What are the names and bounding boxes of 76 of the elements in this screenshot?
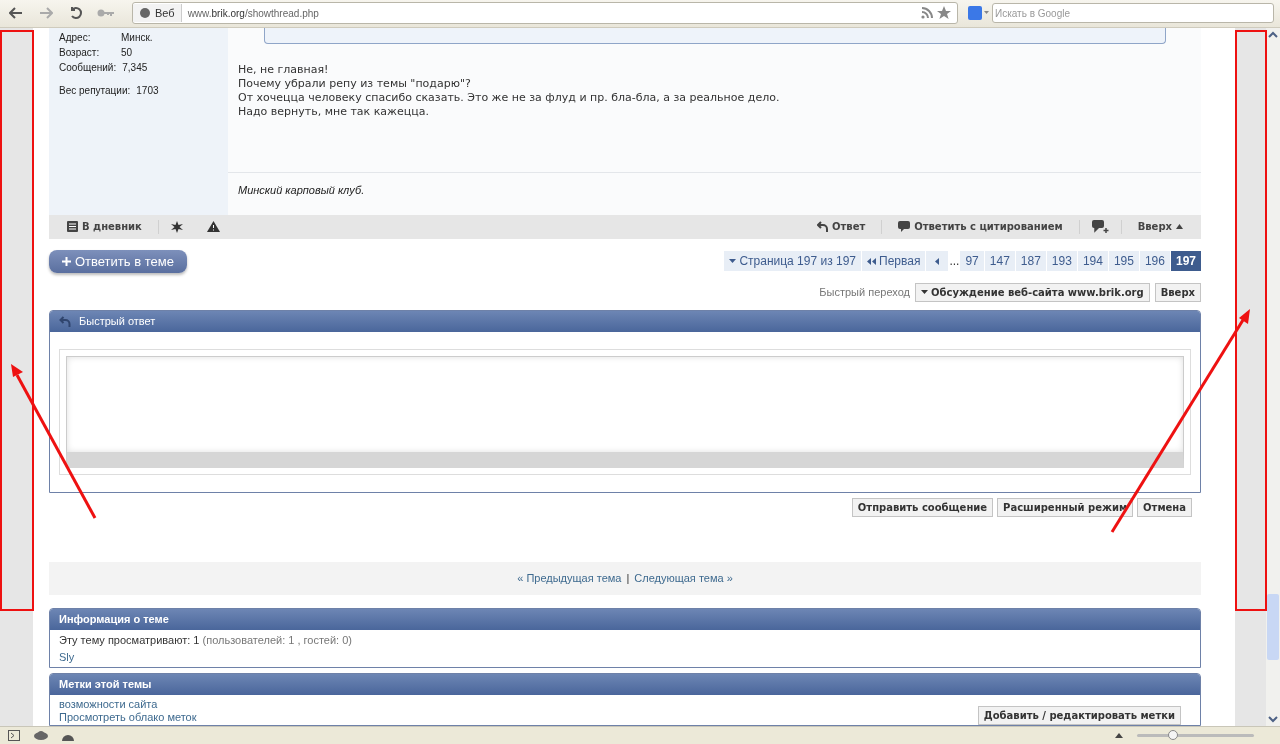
tag-link[interactable]: Просмотреть облако меток [59,710,197,723]
panel-title: Быстрый ответ [79,315,156,328]
page-link[interactable]: 187 [1015,251,1046,272]
message-line: Не, не главная! [238,62,330,77]
edit-tags-button[interactable]: Добавить / редактировать метки [977,705,1181,725]
page-summary-button[interactable]: Страница 197 из 197 [724,251,861,272]
caret-icon [729,259,737,264]
info-label: Возраст: [59,46,101,58]
diary-button[interactable]: В дневник [63,221,146,233]
url-text: www.brik.org/showthread.php [186,8,320,19]
form-button[interactable]: Отправить сообщение [851,497,994,517]
info-value: 7,345 [122,61,148,73]
up-triangle-icon [1176,224,1183,230]
page-link[interactable]: 147 [984,251,1015,272]
top-button[interactable]: Вверх [1154,282,1201,302]
page-link[interactable]: 197 [1170,251,1201,272]
console-icon[interactable] [8,730,20,741]
warning-icon[interactable] [206,221,220,233]
caret-icon[interactable] [1115,733,1123,738]
viewers-text: Эту тему просматривают: 1 (пользователей: 1 , гостей: 0) [59,633,353,646]
message-input[interactable] [66,355,1184,468]
quote-reply-button[interactable]: Ответить с цитированием [894,221,1067,233]
left-triangle-icon [935,257,940,265]
previous-page-button[interactable] [926,251,949,272]
separator: | [626,572,630,585]
engine-button[interactable]: Веб [133,4,182,23]
search-field[interactable]: Искать в Google [992,3,1274,24]
tag-link[interactable]: возможности сайта [59,697,197,710]
caret-icon [921,290,928,295]
info-label: Сообщений: [59,61,117,73]
back-arrow-icon [9,7,23,20]
next-thread-link[interactable]: Следующая тема » [634,572,733,585]
forum-select[interactable]: Обсуждение веб-сайта www.brik.org [915,282,1150,302]
page-link[interactable]: 193 [1046,251,1077,272]
reply-icon [59,315,71,327]
quick-nav-label: Быстрый переход [819,286,910,299]
previous-thread-link[interactable]: « Предыдущая тема [517,572,622,585]
reply-in-thread-button[interactable]: Ответить в теме [49,249,187,273]
ellipsis: ... [949,254,960,269]
double-left-icon [867,257,876,265]
forward-arrow-icon [39,7,53,20]
reply-button[interactable]: Ответ [813,221,870,233]
form-button[interactable]: Отмена [1137,497,1192,517]
multi-quote-icon[interactable] [1091,220,1109,234]
info-value: 50 [121,46,133,58]
panel-title: Метки этой темы [59,678,152,691]
info-value: Минск. [121,31,153,43]
form-button[interactable]: Расширенный режим [997,497,1134,517]
message-line: Надо вернуть, мне так кажецца. [238,104,430,119]
star-icon[interactable] [170,220,183,233]
rss-icon[interactable] [921,7,933,20]
page-link[interactable]: 194 [1077,251,1108,272]
plus-icon [62,256,71,266]
signature: Минский карповый клуб. [238,183,365,196]
notebook-icon [67,221,78,233]
address-bar[interactable]: Веб www.brik.org/showthread.php [132,2,958,25]
message-line: Почему убрали репу из темы "подарю"? [238,76,472,91]
page-link[interactable]: 97 [960,251,984,272]
info-value: 1703 [136,84,159,96]
search-engine-icon[interactable] [968,6,990,21]
message-line: От хочецца человеку спасибо сказать. Это же не за флуд и пр. бла-бла, а за реальное дело. [238,90,781,105]
info-label: Вес репутации: [59,84,131,96]
panel-title: Информация о теме [59,613,169,626]
page-link[interactable]: 196 [1139,251,1170,272]
key-icon [97,8,115,19]
user-link[interactable]: Sly [59,650,1191,663]
page-link[interactable]: 195 [1108,251,1139,272]
scrollbar-thumb[interactable] [1267,593,1279,660]
first-page-button[interactable]: Первая [862,251,926,272]
top-button[interactable]: Вверх [1133,221,1187,233]
cloud-icon[interactable] [34,731,48,740]
reload-icon [69,6,83,21]
info-label: Адрес: [59,31,92,43]
reply-arrow-icon [817,221,829,233]
speech-bubble-icon [898,221,911,233]
star-icon[interactable] [937,6,951,21]
